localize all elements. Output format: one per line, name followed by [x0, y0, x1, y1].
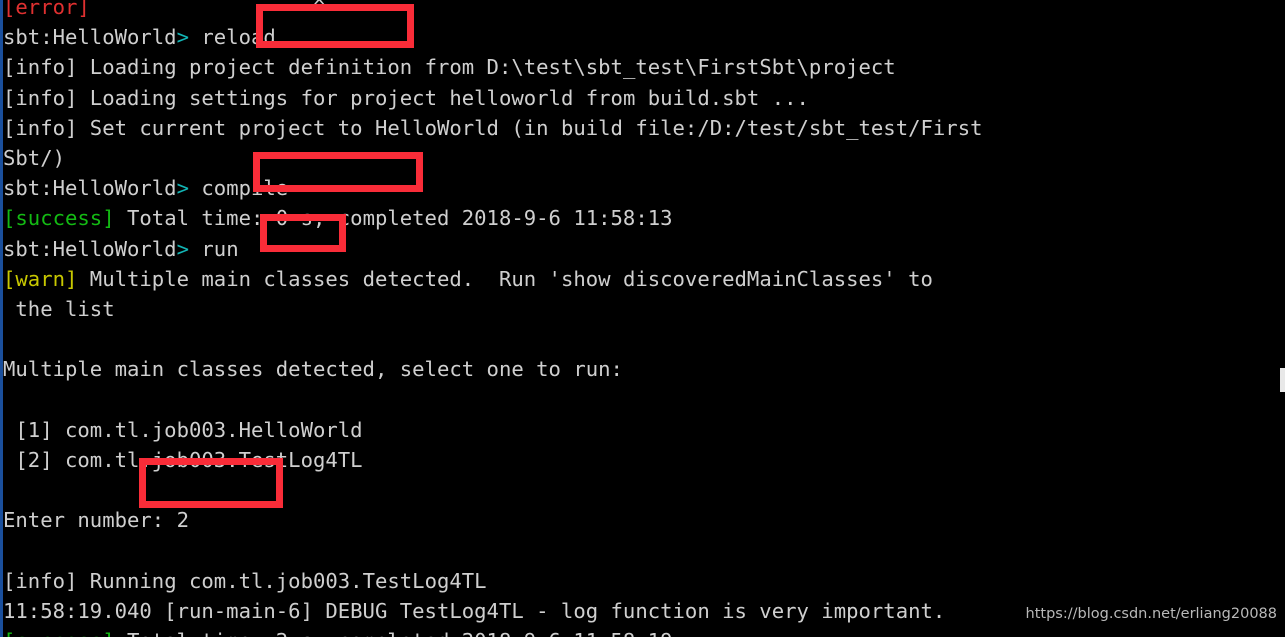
line-info-loading-project: [info] Loading project definition from D…	[3, 52, 1285, 82]
line-prompt-run-seg-2: run	[189, 236, 239, 261]
scroll-marker[interactable]	[1280, 368, 1285, 392]
line-info-loading-settings: [info] Loading settings for project hell…	[3, 83, 1285, 113]
line-wrap-the-list-seg-0: the list	[3, 296, 115, 321]
line-warn-multiple-main-seg-0: [warn]	[3, 266, 78, 291]
line-info-loading-settings-seg-1: Loading settings for project helloworld …	[77, 85, 809, 110]
line-info-set-current-project: [info] Set current project to HelloWorld…	[3, 113, 1285, 143]
line-blank-3	[3, 475, 1285, 505]
line-info-loading-project-seg-1: Loading project definition from D:\test\…	[77, 55, 896, 80]
line-info-running-seg-0: [info]	[3, 568, 78, 593]
line-info-running-seg-1: Running com.tl.job003.TestLog4TL	[77, 568, 487, 593]
line-debug-log-seg-0: 11:58:19.040 [run-main-6] DEBUG TestLog4…	[3, 598, 946, 623]
line-prompt-reload-seg-1: >	[176, 25, 189, 50]
line-warn-multiple-main-seg-1: Multiple main classes detected. Run 'sho…	[77, 266, 933, 291]
line-prompt-compile-seg-1: >	[176, 176, 189, 201]
line-error-clipped-seg-0: [error]	[3, 0, 90, 19]
line-prompt-compile-seg-2: compile	[189, 176, 289, 201]
line-prompt-run-seg-0: sbt:HelloWorld	[3, 236, 177, 261]
console-output[interactable]: [error] ^ sbt:HelloWorld> reload [info] Lo…	[0, 0, 1285, 637]
line-choice-2: [2] com.tl.job003.TestLog4TL	[3, 445, 1285, 475]
line-warn-multiple-main: [warn] Multiple main classes detected. R…	[3, 264, 1285, 294]
line-choice-1: [1] com.tl.job003.HelloWorld	[3, 415, 1285, 445]
line-blank-1	[3, 324, 1285, 354]
line-info-set-current-project-seg-1: Set current project to HelloWorld (in bu…	[77, 115, 983, 140]
line-prompt-reload-seg-0: sbt:HelloWorld	[3, 25, 177, 50]
line-error-clipped: [error] ^	[3, 0, 1285, 22]
line-select-one-to-run-seg-0: Multiple main classes detected, select o…	[3, 357, 623, 382]
line-prompt-run: sbt:HelloWorld> run	[3, 234, 1285, 264]
line-prompt-reload: sbt:HelloWorld> reload	[3, 22, 1285, 52]
line-success-run-seg-0: [success]	[3, 629, 115, 637]
line-prompt-compile-seg-0: sbt:HelloWorld	[3, 176, 177, 201]
line-choice-1-seg-0: [1] com.tl.job003.HelloWorld	[3, 417, 363, 442]
line-enter-number: Enter number: 2	[3, 505, 1285, 535]
line-info-loading-settings-seg-0: [info]	[3, 85, 78, 110]
line-wrap-sbt-paren: Sbt/)	[3, 143, 1285, 173]
line-wrap-the-list: the list	[3, 294, 1285, 324]
watermark: https://blog.csdn.net/erliang20088	[1025, 606, 1277, 622]
line-info-loading-project-seg-0: [info]	[3, 55, 78, 80]
terminal-window[interactable]: [error] ^ sbt:HelloWorld> reload [info] Lo…	[0, 0, 1285, 637]
window-left-edge	[0, 0, 3, 637]
line-success-compile-seg-1: Total time: 0 s, completed 2018-9-6 11:5…	[114, 206, 673, 231]
line-blank-2	[3, 384, 1285, 414]
line-select-one-to-run: Multiple main classes detected, select o…	[3, 354, 1285, 384]
line-prompt-reload-seg-2: reload	[189, 25, 276, 50]
line-error-clipped-seg-1: ^	[89, 0, 326, 19]
line-info-set-current-project-seg-0: [info]	[3, 115, 78, 140]
line-success-run-seg-1: Total time: 2 s, completed 2018-9-6 11:5…	[115, 629, 673, 637]
line-success-run: [success] Total time: 2 s, completed 201…	[3, 626, 1285, 637]
line-blank-4	[3, 535, 1285, 565]
line-prompt-compile: sbt:HelloWorld> compile	[3, 173, 1285, 203]
line-choice-2-seg-0: [2] com.tl.job003.TestLog4TL	[3, 447, 363, 472]
line-enter-number-seg-0: Enter number: 2	[3, 508, 189, 533]
line-wrap-sbt-paren-seg-0: Sbt/)	[3, 145, 65, 170]
line-prompt-run-seg-1: >	[176, 236, 189, 261]
line-info-running: [info] Running com.tl.job003.TestLog4TL	[3, 566, 1285, 596]
line-success-compile: [success] Total time: 0 s, completed 201…	[3, 203, 1285, 233]
line-success-compile-seg-0: [success]	[3, 206, 115, 231]
